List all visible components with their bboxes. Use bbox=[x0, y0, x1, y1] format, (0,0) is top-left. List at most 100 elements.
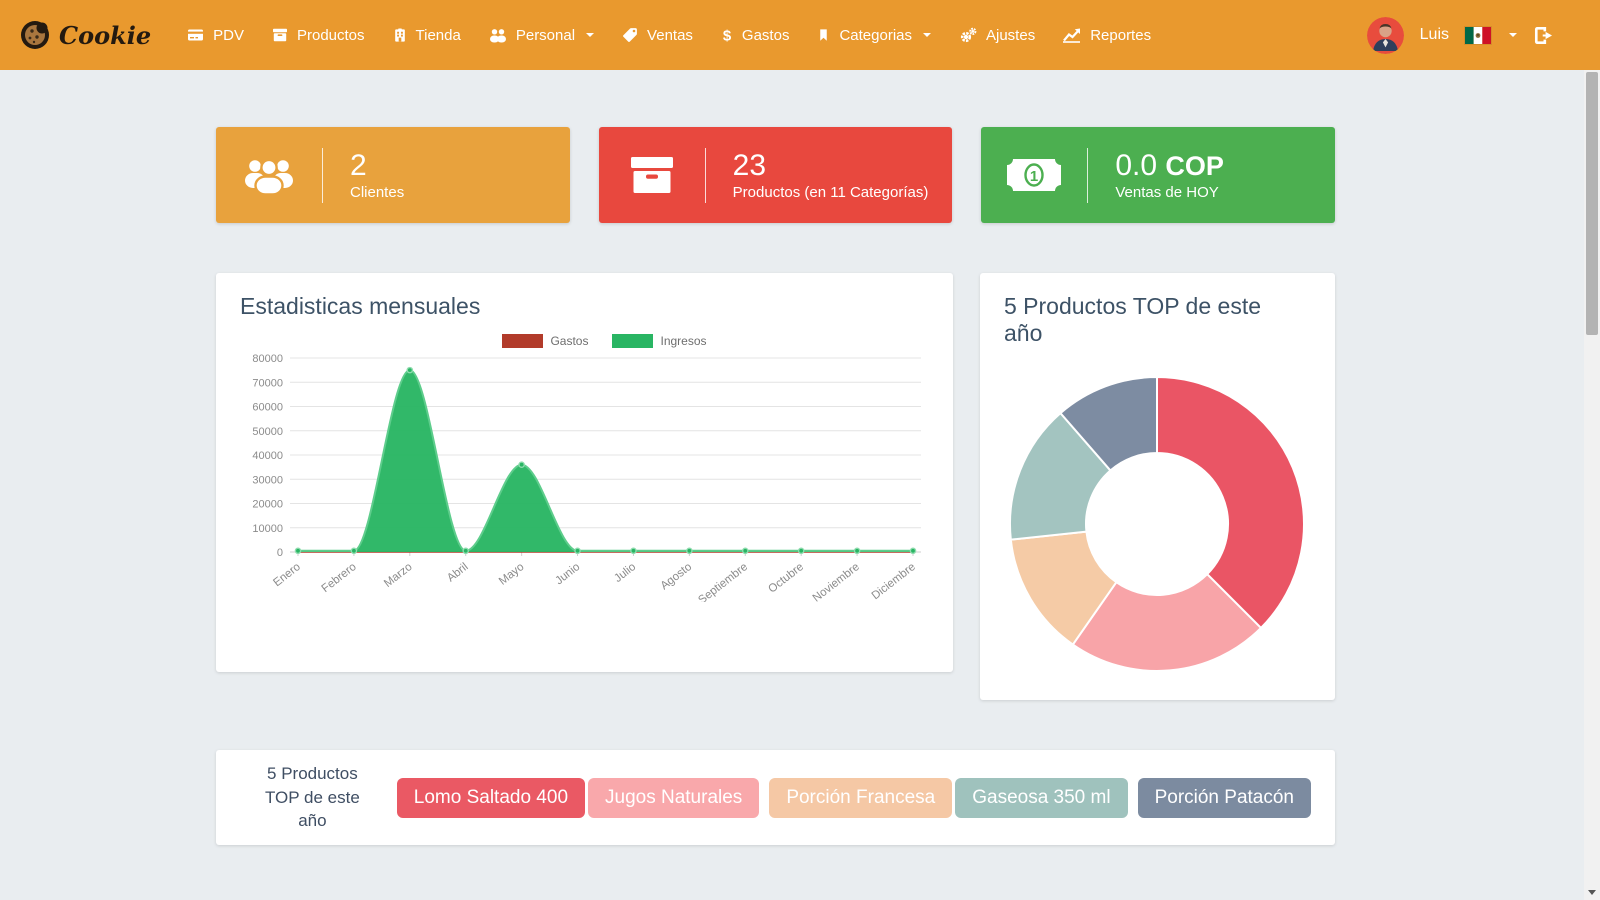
vertical-scrollbar[interactable] bbox=[1584, 70, 1600, 900]
ingresos-area bbox=[298, 370, 913, 552]
gears-icon bbox=[959, 27, 977, 44]
bookmark-icon bbox=[817, 27, 830, 43]
svg-text:10000: 10000 bbox=[252, 523, 283, 535]
product-badge-lomo-saltado-400: Lomo Saltado 400 bbox=[397, 778, 585, 818]
nav-item-productos[interactable]: Productos bbox=[258, 0, 379, 70]
mexico-flag-icon[interactable] bbox=[1465, 27, 1491, 44]
users-group-icon bbox=[216, 155, 322, 195]
products-stat-card: 23 Productos (en 11 Categorías) bbox=[599, 127, 953, 223]
svg-text:Abril: Abril bbox=[445, 561, 471, 585]
svg-text:$: $ bbox=[723, 27, 732, 44]
sales-label: Ventas de HOY bbox=[1115, 184, 1224, 201]
svg-text:Marzo: Marzo bbox=[382, 561, 415, 590]
legend-label: Ingresos bbox=[660, 334, 706, 348]
user-name[interactable]: Luis bbox=[1420, 26, 1449, 44]
cookie-icon bbox=[20, 20, 50, 50]
top-products-footer-card: 5 Productos TOP de este año Lomo Saltado… bbox=[216, 750, 1335, 845]
nav-item-label: Ventas bbox=[647, 27, 693, 44]
charts-row: Estadisticas mensuales GastosIngresos 01… bbox=[216, 273, 1335, 700]
chart-line-icon bbox=[1063, 27, 1081, 43]
dollar-icon: $ bbox=[721, 27, 733, 44]
user-avatar[interactable] bbox=[1367, 17, 1404, 54]
tag-icon bbox=[622, 27, 638, 43]
products-label: Productos (en 11 Categorías) bbox=[733, 184, 929, 201]
navbar-menu: PDV Productos Tienda Personal Ventas $ Gastos C… bbox=[173, 0, 1165, 70]
logout-icon[interactable] bbox=[1533, 25, 1554, 46]
legend-item-ingresos[interactable]: Ingresos bbox=[612, 334, 706, 348]
sales-stat-card: 1 0.0 COP Ventas de HOY bbox=[981, 127, 1335, 223]
product-badge-porcion-patacon: Porción Patacón bbox=[1138, 778, 1311, 818]
top-navbar: Cookie PDV Productos Tienda Personal Ventas $… bbox=[0, 0, 1600, 70]
nav-item-tienda[interactable]: Tienda bbox=[379, 0, 475, 70]
users-icon bbox=[489, 27, 507, 43]
chevron-down-icon bbox=[586, 33, 594, 37]
legend-swatch bbox=[612, 334, 653, 348]
product-badge-gaseosa-350-ml: Gaseosa 350 ml bbox=[955, 778, 1127, 818]
dashboard-content: 2 Clientes 23 Productos (en 11 Categoría… bbox=[216, 127, 1335, 845]
scrollbar-thumb[interactable] bbox=[1586, 72, 1598, 335]
product-badge-jugos-naturales: Jugos Naturales bbox=[588, 778, 759, 818]
top-products-donut-chart bbox=[1004, 357, 1311, 696]
sales-amount: 0.0 COP bbox=[1115, 149, 1224, 184]
svg-text:Septiembre: Septiembre bbox=[696, 561, 750, 602]
svg-text:0: 0 bbox=[277, 547, 283, 559]
archive-box-icon bbox=[599, 155, 705, 195]
nav-item-label: Tienda bbox=[416, 27, 461, 44]
donut-slice-lomo-saltado-400[interactable] bbox=[1157, 377, 1304, 628]
svg-text:Octubre: Octubre bbox=[766, 561, 806, 596]
nav-item-label: Reportes bbox=[1090, 27, 1151, 44]
nav-item-label: Ajustes bbox=[986, 27, 1035, 44]
product-box-icon bbox=[272, 27, 288, 43]
monthly-line-chart: 0100002000030000400005000060000700008000… bbox=[240, 350, 929, 607]
nav-item-label: Gastos bbox=[742, 27, 790, 44]
donut-chart-svg bbox=[1004, 357, 1311, 691]
nav-item-personal[interactable]: Personal bbox=[475, 0, 608, 70]
money-bill-icon: 1 bbox=[981, 156, 1087, 194]
nav-item-categorias[interactable]: Categorias bbox=[803, 0, 945, 70]
nav-item-ventas[interactable]: Ventas bbox=[608, 0, 707, 70]
svg-text:Noviembre: Noviembre bbox=[811, 561, 862, 602]
brand-logo[interactable]: Cookie bbox=[0, 20, 173, 50]
top-products-title: 5 Productos TOP de este año bbox=[1004, 293, 1289, 347]
monthly-stats-card: Estadisticas mensuales GastosIngresos 01… bbox=[216, 273, 953, 672]
nav-item-ajustes[interactable]: Ajustes bbox=[945, 0, 1049, 70]
nav-item-reportes[interactable]: Reportes bbox=[1049, 0, 1165, 70]
nav-item-gastos[interactable]: $ Gastos bbox=[707, 0, 804, 70]
y-axis-labels: 0100002000030000400005000060000700008000… bbox=[252, 353, 283, 559]
products-count: 23 bbox=[733, 149, 929, 184]
svg-text:1: 1 bbox=[1030, 168, 1038, 185]
stats-row: 2 Clientes 23 Productos (en 11 Categoría… bbox=[216, 127, 1335, 223]
clients-count: 2 bbox=[350, 149, 404, 184]
svg-text:40000: 40000 bbox=[252, 450, 283, 462]
svg-text:Mayo: Mayo bbox=[497, 561, 527, 588]
currency-unit: COP bbox=[1165, 151, 1224, 181]
svg-text:20000: 20000 bbox=[252, 499, 283, 511]
svg-text:80000: 80000 bbox=[252, 353, 283, 365]
svg-text:50000: 50000 bbox=[252, 426, 283, 438]
scrollbar-down-arrow-icon[interactable] bbox=[1588, 890, 1596, 895]
legend-item-gastos[interactable]: Gastos bbox=[502, 334, 588, 348]
footer-title: 5 Productos TOP de este año bbox=[258, 762, 367, 833]
navbar-right: Luis bbox=[1367, 17, 1600, 54]
nav-item-label: PDV bbox=[213, 27, 244, 44]
nav-item-label: Productos bbox=[297, 27, 365, 44]
svg-text:Enero: Enero bbox=[271, 561, 303, 589]
chart-legend: Gastos Ingresos bbox=[280, 334, 929, 348]
svg-text:Junio: Junio bbox=[553, 561, 582, 587]
legend-label: Gastos bbox=[550, 334, 588, 348]
nav-item-pdv[interactable]: PDV bbox=[173, 0, 258, 70]
nav-item-label: Categorias bbox=[839, 27, 912, 44]
svg-text:60000: 60000 bbox=[252, 402, 283, 414]
product-badges: Lomo Saltado 400Jugos NaturalesPorción F… bbox=[397, 778, 1311, 818]
product-badge-porcion-francesa: Porción Francesa bbox=[769, 778, 952, 818]
legend-swatch bbox=[502, 334, 543, 348]
language-caret-icon[interactable] bbox=[1509, 33, 1517, 37]
nav-item-label: Personal bbox=[516, 27, 575, 44]
clients-stat-card: 2 Clientes bbox=[216, 127, 570, 223]
svg-text:Diciembre: Diciembre bbox=[870, 561, 918, 602]
svg-text:Febrero: Febrero bbox=[320, 561, 359, 595]
brand-name: Cookie bbox=[59, 21, 151, 50]
clients-label: Clientes bbox=[350, 184, 404, 201]
svg-text:Agosto: Agosto bbox=[659, 561, 695, 593]
svg-text:30000: 30000 bbox=[252, 474, 283, 486]
